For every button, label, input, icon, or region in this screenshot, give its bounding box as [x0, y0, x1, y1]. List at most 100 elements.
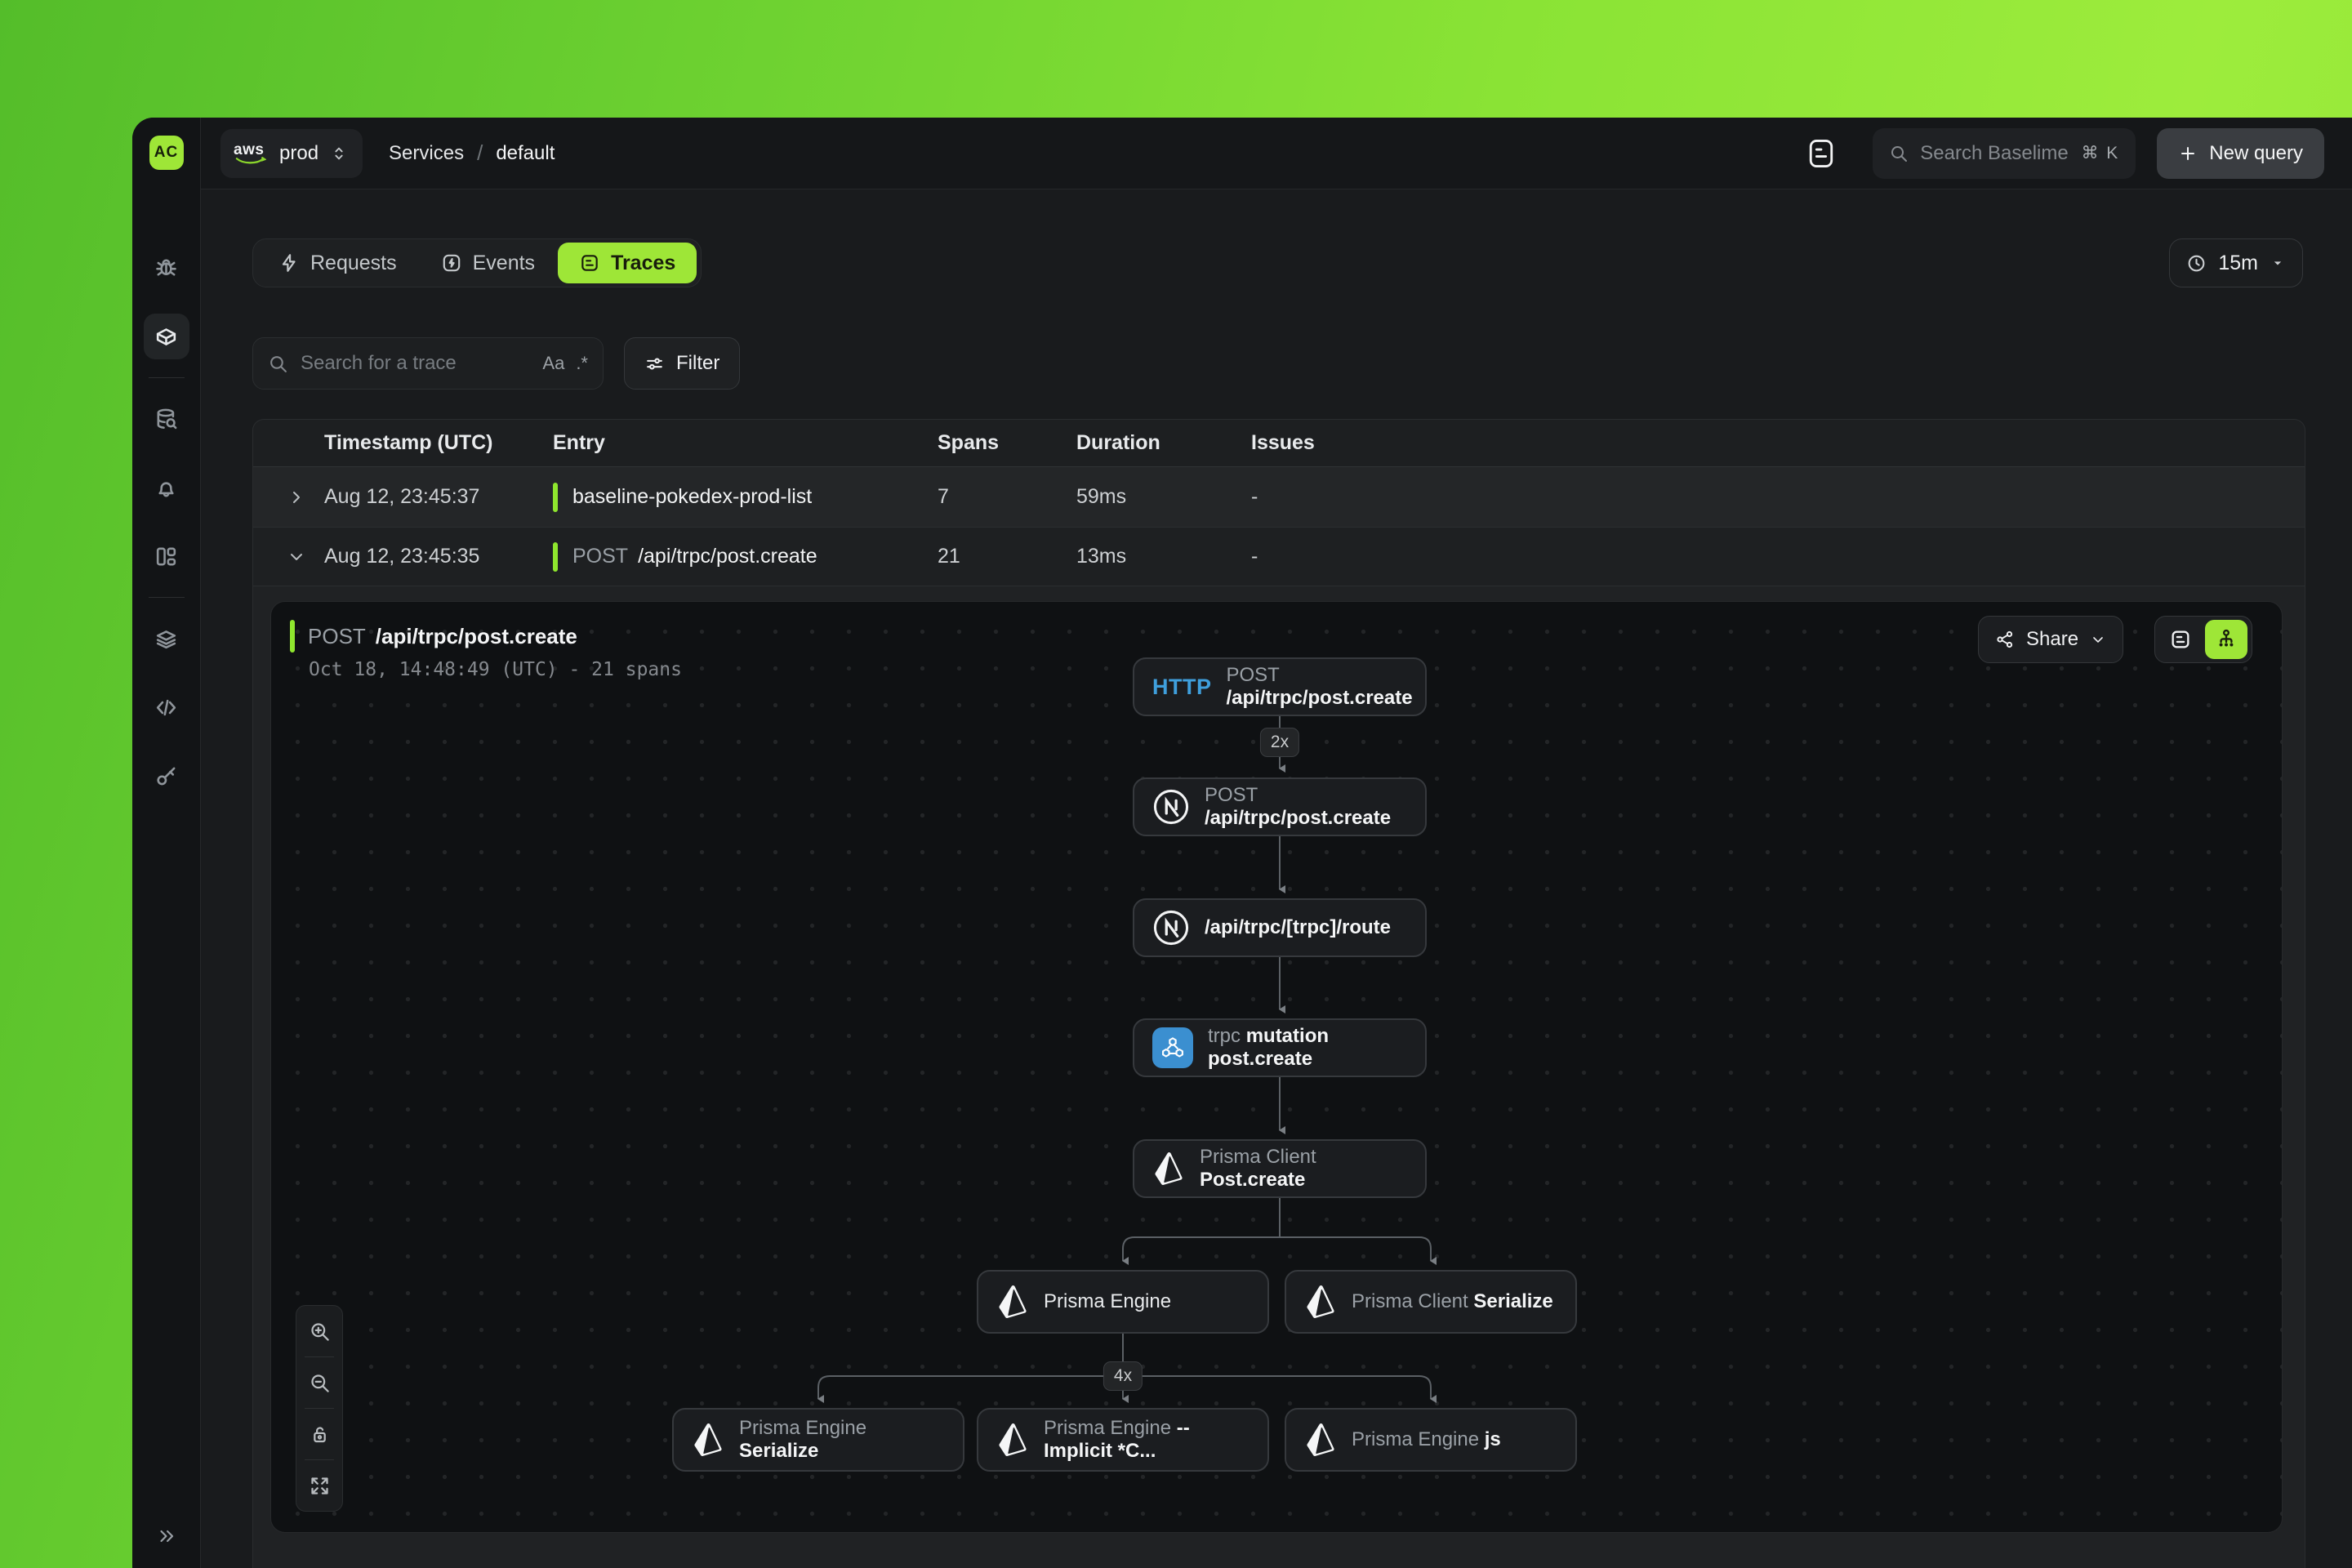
sidebar-expand-button[interactable] [132, 1526, 200, 1547]
breadcrumb-current[interactable]: default [496, 142, 555, 165]
sliders-icon [644, 354, 665, 374]
lock-button[interactable] [296, 1409, 343, 1459]
cell-entry: baseline-pokedex-prod-list [553, 483, 938, 512]
content: Requests Events Traces [201, 189, 2352, 1568]
new-query-button[interactable]: New query [2157, 128, 2324, 179]
span-node-http[interactable]: HTTP POST /api/trpc/post.create [1133, 657, 1427, 716]
avatar[interactable]: AC [149, 136, 184, 170]
key-icon [154, 764, 179, 789]
edge-count-badge: 4x [1103, 1361, 1143, 1391]
table-row[interactable]: Aug 12, 23:45:35 POST /api/trpc/post.cre… [253, 528, 2305, 586]
trace-search-input[interactable]: Search for a trace Aa .* [252, 337, 604, 390]
database-search-icon [154, 407, 179, 432]
trace-list-icon [579, 252, 600, 274]
cell-duration: 13ms [1076, 545, 1251, 568]
dashboard-icon [154, 544, 179, 569]
search-shortcut: ⌘ K [2081, 143, 2119, 163]
graph-zoom-controls [296, 1305, 343, 1512]
expanded-trace-area: POST /api/trpc/post.create Oct 18, 14:48… [253, 586, 2305, 1568]
cell-issues: - [1251, 545, 2305, 568]
tab-events[interactable]: Events [420, 243, 556, 283]
prisma-icon [1304, 1284, 1337, 1320]
search-icon [268, 354, 288, 374]
nextjs-icon [1152, 788, 1190, 826]
header-duration: Duration [1076, 431, 1251, 455]
table-header-row: Timestamp (UTC) Entry Spans Duration Iss… [253, 420, 2305, 467]
tab-traces[interactable]: Traces [558, 243, 697, 283]
span-node-prisma-client[interactable]: Prisma Client Post.create [1133, 1139, 1427, 1198]
sidebar-item-queries[interactable] [144, 396, 189, 442]
app-window: AC [132, 118, 2352, 1568]
plus-icon [2178, 144, 2198, 163]
environment-selector[interactable]: aws prod [220, 129, 363, 178]
sidebar-item-errors[interactable] [144, 245, 189, 291]
bell-icon [154, 475, 179, 501]
span-node-engine-implicit[interactable]: Prisma Engine --Implicit *C... [977, 1408, 1269, 1472]
chevrons-up-down-icon [330, 145, 348, 163]
row-collapse-chevron[interactable] [253, 547, 324, 567]
span-node-engine-serialize[interactable]: Prisma Engine Serialize [672, 1408, 964, 1472]
breadcrumb-separator: / [477, 140, 483, 166]
sidebar-divider [149, 597, 185, 598]
header-entry: Entry [553, 431, 938, 455]
code-icon [154, 695, 179, 720]
layers-icon [154, 626, 179, 652]
sidebar-item-alerts[interactable] [144, 465, 189, 510]
filter-button[interactable]: Filter [624, 337, 740, 390]
cell-entry: POST /api/trpc/post.create [553, 542, 938, 572]
cell-timestamp: Aug 12, 23:45:35 [324, 545, 553, 568]
double-chevron-right-icon [156, 1526, 177, 1547]
row-expand-chevron[interactable] [253, 488, 324, 507]
header-timestamp: Timestamp (UTC) [324, 431, 553, 455]
sidebar-item-developer[interactable] [144, 684, 189, 730]
bug-icon [154, 256, 179, 281]
changelog-button[interactable] [1807, 137, 1835, 170]
zoom-out-icon [309, 1372, 331, 1394]
sidebar-item-dashboards[interactable] [144, 533, 189, 579]
lock-icon [309, 1423, 331, 1446]
breadcrumb-services[interactable]: Services [389, 142, 464, 165]
edge-count-badge: 2x [1260, 728, 1299, 757]
breadcrumb: Services / default [389, 140, 555, 166]
fullscreen-button[interactable] [296, 1460, 343, 1511]
match-case-toggle[interactable]: Aa [542, 353, 564, 374]
sidebar-item-api-keys[interactable] [144, 753, 189, 799]
global-search[interactable]: Search Baselime ⌘ K [1873, 128, 2136, 179]
chevron-down-icon [287, 547, 306, 567]
sidebar-item-layers[interactable] [144, 616, 189, 662]
time-range-selector[interactable]: 15m [2169, 238, 2303, 287]
cell-duration: 59ms [1076, 485, 1251, 509]
cube-icon [154, 324, 179, 350]
tabs-group: Requests Events Traces [252, 238, 702, 287]
trace-search-placeholder: Search for a trace [301, 352, 531, 375]
tab-requests[interactable]: Requests [257, 243, 418, 283]
sidebar: AC [132, 118, 201, 1568]
table-row[interactable]: Aug 12, 23:45:37 baseline-pokedex-prod-l… [253, 467, 2305, 528]
zoom-in-button[interactable] [296, 1306, 343, 1356]
http-icon: HTTP [1152, 675, 1212, 700]
main-area: aws prod Services / default [201, 118, 2352, 1568]
span-node-next-route[interactable]: /api/trpc/[trpc]/route [1133, 898, 1427, 957]
search-icon [1889, 144, 1909, 163]
cell-issues: - [1251, 485, 2305, 509]
prisma-icon [1304, 1422, 1337, 1458]
zoom-out-button[interactable] [296, 1357, 343, 1408]
span-node-prisma-engine[interactable]: Prisma Engine [977, 1270, 1269, 1334]
chevron-right-icon [287, 488, 306, 507]
aws-logo: aws [234, 141, 268, 166]
regex-toggle[interactable]: .* [576, 353, 588, 374]
cell-spans: 7 [938, 485, 1076, 509]
span-node-next-post[interactable]: POST /api/trpc/post.create [1133, 777, 1427, 836]
header-issues: Issues [1251, 431, 2305, 455]
trace-graph-panel: POST /api/trpc/post.create Oct 18, 14:48… [270, 601, 2283, 1533]
caret-down-icon [2270, 255, 2286, 271]
environment-name: prod [279, 142, 318, 165]
span-node-engine-js[interactable]: Prisma Engine js [1285, 1408, 1577, 1472]
span-node-trpc[interactable]: trpc mutation post.create [1133, 1018, 1427, 1077]
cell-spans: 21 [938, 545, 1076, 568]
header-spans: Spans [938, 431, 1076, 455]
nextjs-icon [1152, 909, 1190, 947]
traces-table: Timestamp (UTC) Entry Spans Duration Iss… [252, 419, 2305, 1568]
sidebar-item-services[interactable] [144, 314, 189, 359]
span-node-prisma-client-serialize[interactable]: Prisma Client Serialize [1285, 1270, 1577, 1334]
